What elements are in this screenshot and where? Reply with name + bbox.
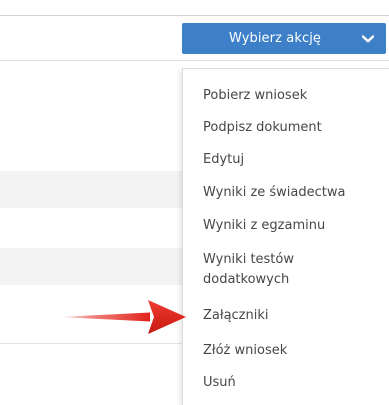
red-arrow-icon	[58, 295, 188, 339]
menu-item-delete[interactable]: Usuń	[203, 373, 383, 393]
menu-item-edit[interactable]: Edytuj	[203, 150, 383, 170]
menu-item-attachments[interactable]: Załączniki	[203, 306, 383, 326]
top-divider	[0, 15, 389, 16]
choose-action-label: Wybierz akcję	[228, 31, 322, 46]
chevron-down-icon	[350, 23, 386, 54]
table-row-shaded	[0, 171, 182, 208]
menu-item-additional-test-results[interactable]: Wyniki testów dodatkowych	[203, 250, 353, 290]
menu-item-certificate-results[interactable]: Wyniki ze świadectwa	[203, 183, 383, 203]
menu-item-submit-application[interactable]: Złóż wniosek	[203, 341, 383, 361]
page: Wybierz akcję Pobierz wniosek Podpisz do…	[0, 0, 389, 405]
header-divider	[0, 60, 389, 61]
action-dropdown-menu: Pobierz wniosek Podpisz dokument Edytuj …	[182, 68, 389, 405]
menu-item-sign-document[interactable]: Podpisz dokument	[203, 118, 383, 138]
table-row-shaded	[0, 248, 182, 285]
choose-action-button[interactable]: Wybierz akcję	[182, 23, 386, 54]
table-row-divider	[0, 343, 182, 344]
menu-item-download-application[interactable]: Pobierz wniosek	[203, 86, 383, 106]
menu-item-exam-results[interactable]: Wyniki z egzaminu	[203, 216, 383, 236]
